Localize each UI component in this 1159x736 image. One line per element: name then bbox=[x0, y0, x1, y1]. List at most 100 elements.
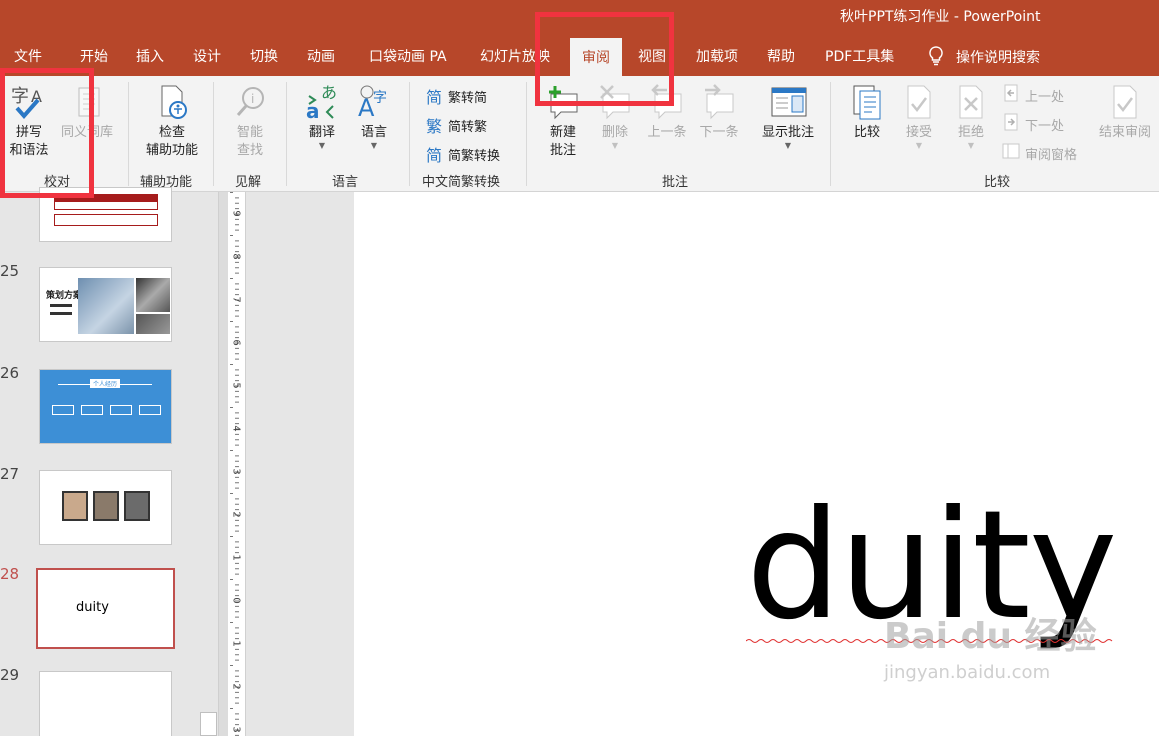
previous-change-button[interactable]: 上一处 bbox=[1001, 84, 1064, 106]
tab-file[interactable]: 文件 bbox=[14, 46, 42, 66]
group-language: あa 翻译 ▼ A字 语言 ▼ 语言 bbox=[287, 76, 409, 192]
group-label-comments: 批注 bbox=[662, 175, 689, 190]
thumb-box bbox=[54, 214, 158, 226]
check-label-1: 检查 bbox=[158, 125, 185, 140]
tab-pdf-tools[interactable]: PDF工具集 bbox=[825, 46, 894, 66]
language-button[interactable]: A字 语言 ▼ bbox=[351, 80, 397, 150]
accept-icon bbox=[897, 80, 941, 124]
slide-canvas[interactable]: duity Bai du 经验 jingyan.baidu.com bbox=[354, 192, 1159, 736]
translate-label: 翻译 bbox=[308, 125, 335, 140]
to-simplified-label: 繁转简 bbox=[448, 90, 488, 106]
pane-splitter[interactable] bbox=[218, 192, 228, 736]
tab-transitions[interactable]: 切换 bbox=[250, 46, 278, 66]
convert-icon: 简 bbox=[425, 146, 442, 165]
traditional-icon: 繁 bbox=[425, 117, 442, 136]
chevron-down-icon: ▼ bbox=[915, 141, 923, 150]
tab-help[interactable]: 帮助 bbox=[767, 46, 795, 66]
smart-lookup-button[interactable]: i 智能 查找 bbox=[224, 80, 276, 160]
thumb-title: 策划方案 bbox=[46, 291, 83, 301]
group-accessibility: 检查 辅助功能 辅助功能 bbox=[129, 76, 213, 192]
tab-pocket-animation[interactable]: 口袋动画 PA bbox=[369, 46, 447, 66]
to-traditional-button[interactable]: 繁简转繁 bbox=[424, 113, 487, 137]
reviewing-pane-button[interactable]: 审阅窗格 bbox=[1001, 142, 1077, 164]
compare-icon bbox=[845, 80, 889, 124]
tab-home[interactable]: 开始 bbox=[80, 46, 108, 66]
show-comments-button[interactable]: 显示批注 ▼ bbox=[753, 80, 823, 150]
vertical-ruler: 9 8 7 6 5 4 3 2 1 0 1 2 3 bbox=[228, 192, 246, 736]
thumb-box bbox=[139, 405, 161, 415]
convert-label: 简繁转换 bbox=[448, 148, 501, 164]
thumb-building-image bbox=[78, 278, 134, 334]
reject-label: 拒绝 bbox=[957, 125, 984, 140]
tab-addins[interactable]: 加载项 bbox=[696, 46, 738, 66]
smart-lookup-label-2: 查找 bbox=[236, 143, 263, 158]
next-comment-button[interactable]: 下一条 bbox=[693, 80, 745, 142]
thumb-photo bbox=[93, 491, 119, 521]
language-label: 语言 bbox=[360, 125, 387, 140]
slide-thumbnail-26[interactable]: 个人经历 bbox=[39, 369, 172, 444]
compare-button[interactable]: 比较 bbox=[845, 80, 889, 142]
lightbulb-icon bbox=[929, 46, 943, 66]
highlight-box-review-tab bbox=[535, 12, 674, 106]
window-title: 秋叶PPT练习作业 - PowerPoint bbox=[840, 9, 1041, 25]
tab-insert[interactable]: 插入 bbox=[136, 46, 164, 66]
translate-icon: あa bbox=[299, 80, 345, 124]
next-change-icon bbox=[1001, 113, 1021, 135]
slide-thumbnail-28[interactable]: duity bbox=[36, 568, 175, 649]
to-simplified-button[interactable]: 简繁转简 bbox=[424, 84, 487, 108]
slide-number: 27 bbox=[0, 465, 20, 483]
tab-design[interactable]: 设计 bbox=[193, 46, 221, 66]
ruler-number: 6 bbox=[230, 339, 242, 346]
to-traditional-label: 简转繁 bbox=[448, 119, 488, 135]
ruler-number: 1 bbox=[230, 554, 242, 561]
show-comments-icon bbox=[753, 80, 823, 124]
next-change-label: 下一处 bbox=[1025, 118, 1065, 134]
delete-comment-label: 删除 bbox=[601, 125, 628, 140]
ruler-number: 5 bbox=[230, 382, 242, 389]
group-compare: 比较 接受 ▼ 拒绝 ▼ 上一处 下一处 审阅窗格 结束审阅 比较 bbox=[831, 76, 1159, 192]
reject-button[interactable]: 拒绝 ▼ bbox=[949, 80, 993, 150]
chevron-down-icon: ▼ bbox=[611, 141, 619, 150]
new-comment-label-1: 新建 bbox=[549, 125, 576, 140]
accept-label: 接受 bbox=[905, 125, 932, 140]
slide-thumbnails-pane: 25 策划方案 26 个人经历 27 28 duity 29 bbox=[0, 187, 200, 736]
simplified-icon: 简 bbox=[425, 88, 442, 107]
thumb-text: duity bbox=[76, 600, 109, 615]
slide-thumbnail-27[interactable] bbox=[39, 470, 172, 545]
svg-text:あ: あ bbox=[321, 83, 337, 102]
thumb-photo bbox=[62, 491, 88, 521]
slide-number: 28 bbox=[0, 565, 20, 583]
convert-button[interactable]: 简简繁转换 bbox=[424, 142, 500, 166]
check-label-2: 辅助功能 bbox=[145, 143, 198, 158]
tell-me-label: 操作说明搜索 bbox=[956, 50, 1040, 66]
accept-button[interactable]: 接受 ▼ bbox=[897, 80, 941, 150]
thumb-box bbox=[54, 198, 158, 210]
thumb-photo bbox=[124, 491, 150, 521]
chevron-down-icon: ▼ bbox=[318, 141, 326, 150]
thumb-line bbox=[50, 312, 72, 315]
end-review-label: 结束审阅 bbox=[1098, 125, 1151, 140]
previous-change-label: 上一处 bbox=[1025, 89, 1065, 105]
translate-button[interactable]: あa 翻译 ▼ bbox=[299, 80, 345, 150]
scrollbar-thumb[interactable] bbox=[200, 712, 217, 736]
slide-thumbnail-29[interactable] bbox=[39, 671, 172, 736]
svg-text:i: i bbox=[251, 92, 254, 106]
reviewing-pane-icon bbox=[1001, 142, 1021, 164]
group-chinese-conversion: 简繁转简 繁简转繁 简简繁转换 中文简繁转换 bbox=[410, 76, 526, 192]
next-comment-label: 下一条 bbox=[699, 125, 739, 140]
ruler-number: 7 bbox=[230, 296, 242, 303]
ruler-number: 3 bbox=[230, 726, 242, 733]
check-accessibility-button[interactable]: 检查 辅助功能 bbox=[137, 80, 207, 160]
thumb-box bbox=[52, 405, 74, 415]
next-change-button[interactable]: 下一处 bbox=[1001, 113, 1064, 135]
language-icon: A字 bbox=[351, 80, 397, 124]
tell-me-search[interactable]: 操作说明搜索 bbox=[928, 46, 1040, 67]
ruler-ticks bbox=[230, 192, 239, 736]
thumbnail-scrollbar[interactable] bbox=[200, 192, 218, 736]
slide-number: 26 bbox=[0, 364, 20, 382]
tab-animations[interactable]: 动画 bbox=[307, 46, 335, 66]
end-review-button[interactable]: 结束审阅 bbox=[1093, 80, 1157, 142]
chevron-down-icon: ▼ bbox=[784, 141, 792, 150]
accessibility-icon bbox=[137, 80, 207, 124]
slide-thumbnail-25[interactable]: 策划方案 bbox=[39, 267, 172, 342]
